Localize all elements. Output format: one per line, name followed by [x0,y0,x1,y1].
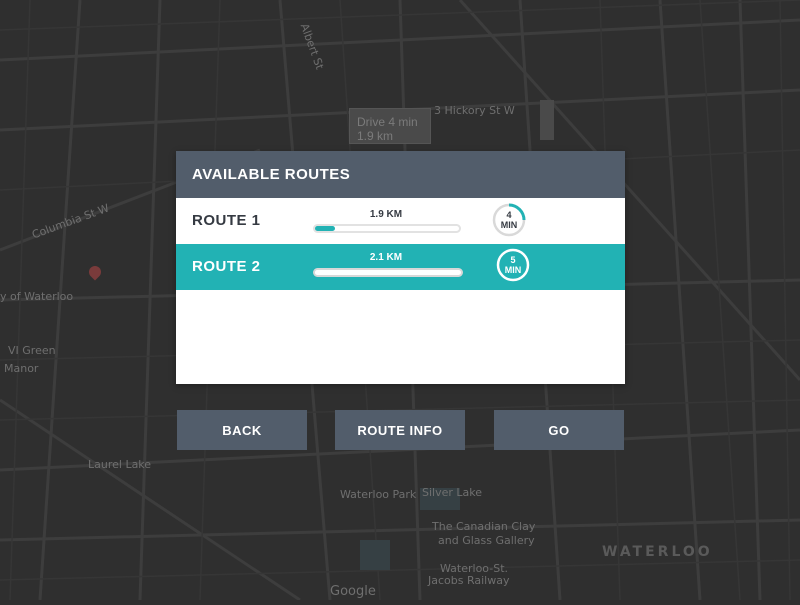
map-label-jacobs-2: Jacobs Railway [428,574,510,587]
map-label-vi-green: VI Green [8,344,56,357]
route-name: ROUTE 1 [192,212,261,229]
route-distance-bar [313,224,461,233]
route-distance: 1.9 KM [369,209,403,220]
route-distance: 2.1 KM [369,252,403,263]
route-info-button[interactable]: ROUTE INFO [335,410,465,450]
map-label-manor: Manor [4,362,39,375]
route-time-ring: 5 MIN [496,248,530,282]
map-label-laurel-lake: Laurel Lake [88,458,152,471]
route-time-value: 5 [510,255,516,265]
map-label-hickory: 3 Hickory St W [434,104,515,117]
map-label-silver-lake: Silver Lake [422,486,483,499]
tooltip-drive-time: Drive 4 min [357,115,418,129]
tooltip-distance: 1.9 km [357,129,394,143]
route-time-ring: 4 MIN [492,203,526,237]
map-label-waterloo-city: y of Waterloo [0,290,74,303]
map-label-waterloo-big: WATERLOO [602,544,713,560]
dialog-title: AVAILABLE ROUTES [176,151,625,198]
route-time-unit: MIN [504,265,522,275]
route-row-2[interactable]: ROUTE 2 2.1 KM 5 MIN [176,244,625,290]
map-label-canadian-clay-1: The Canadian Clay [432,520,536,533]
route-row-1[interactable]: ROUTE 1 1.9 KM 4 MIN [176,198,625,244]
map-label-canadian-clay-2: and Glass Gallery [438,534,535,547]
route-distance-bar-fill [315,226,336,231]
route-time-value: 4 [506,210,512,220]
route-time-unit: MIN [500,220,518,230]
route-distance-bar [313,268,463,277]
google-logo: Google [330,584,376,599]
available-routes-dialog: AVAILABLE ROUTES ROUTE 1 1.9 KM 4 MIN RO… [176,151,625,384]
route-distance-bar-fill [315,270,330,275]
route-name: ROUTE 2 [192,258,261,275]
map-route-tooltip: Drive 4 min 1.9 km [349,108,431,144]
back-button[interactable]: BACK [177,410,307,450]
map-label-waterloo-park: Waterloo Park [340,488,417,501]
go-button[interactable]: GO [494,410,624,450]
